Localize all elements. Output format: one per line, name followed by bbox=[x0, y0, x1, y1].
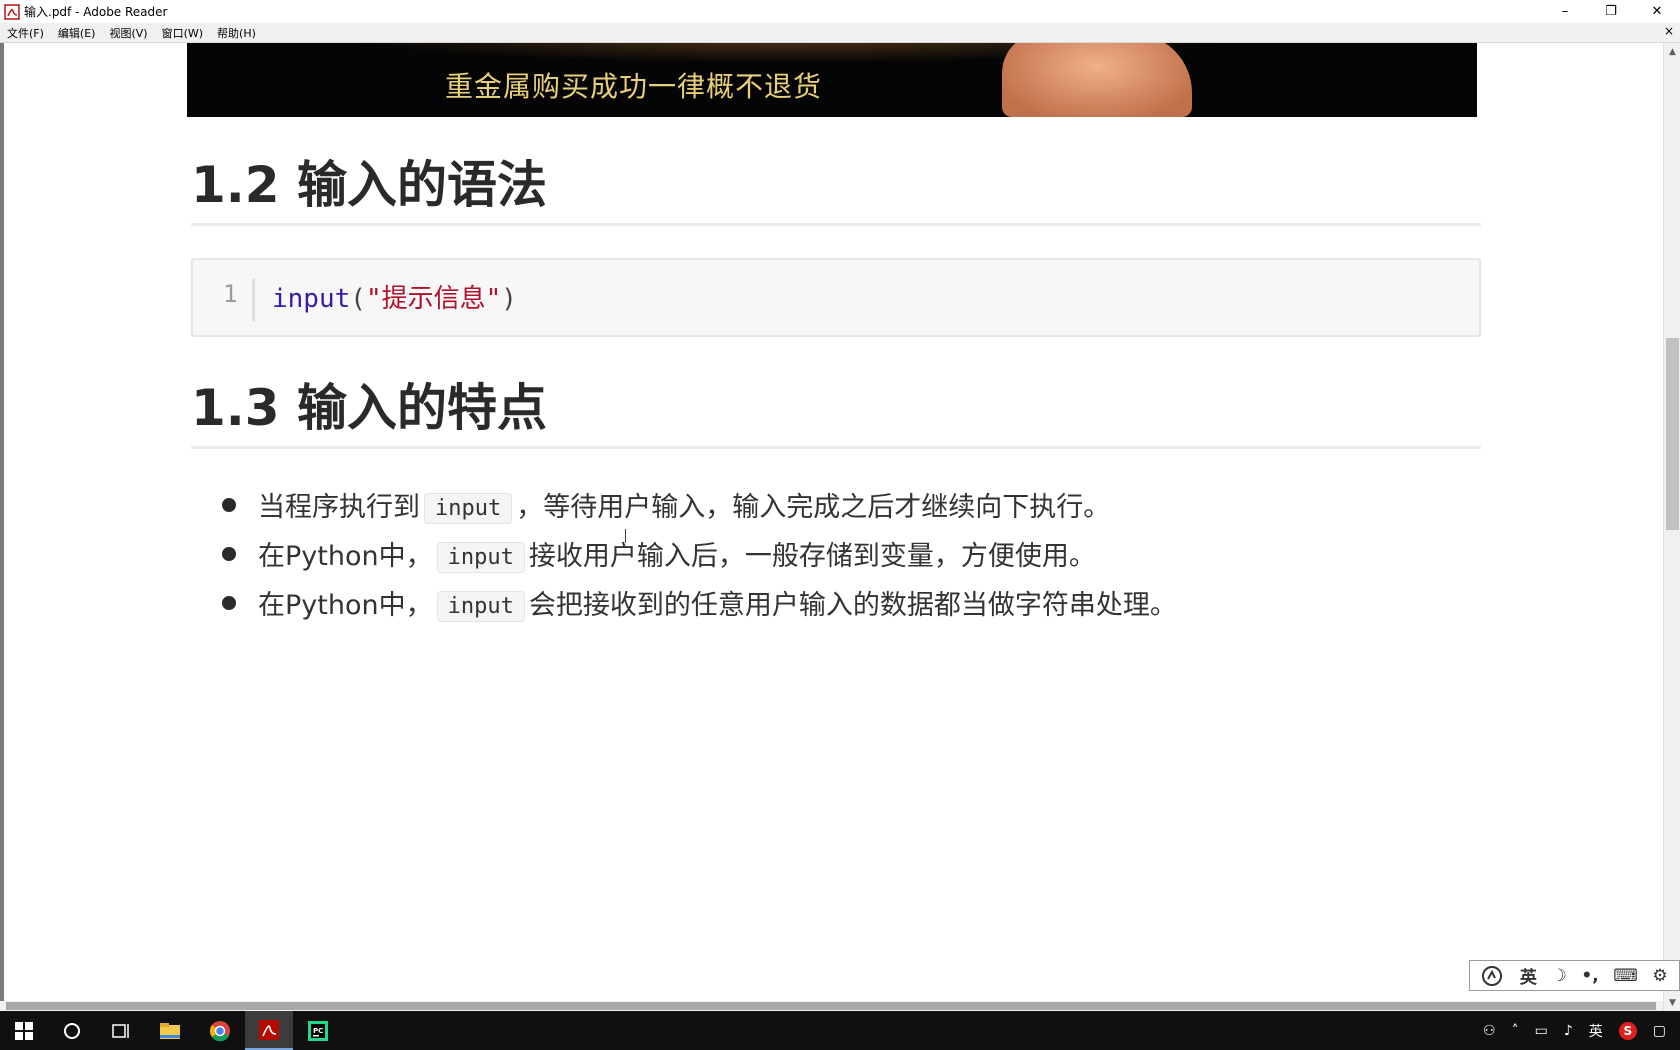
text-segment: 在Python中， bbox=[258, 590, 433, 621]
minimize-button[interactable]: – bbox=[1542, 0, 1588, 23]
network-icon[interactable]: ▭ bbox=[1535, 1023, 1548, 1039]
heading-rule bbox=[191, 223, 1481, 226]
menu-edit[interactable]: 编辑(E) bbox=[51, 25, 103, 41]
menu-file[interactable]: 文件(F) bbox=[0, 25, 51, 41]
bullet-icon bbox=[222, 596, 236, 610]
task-view-icon[interactable] bbox=[96, 1011, 144, 1050]
restore-button[interactable]: ❐ bbox=[1588, 0, 1634, 23]
line-number: 1 bbox=[223, 280, 238, 308]
code-line: input("提示信息") bbox=[272, 278, 517, 315]
banner-image: 重金属购买成功一律概不退货 bbox=[187, 43, 1477, 117]
document-close-button[interactable]: × bbox=[1664, 24, 1674, 38]
windows-start-icon[interactable] bbox=[0, 1011, 48, 1050]
bullet-icon bbox=[222, 547, 236, 561]
taskbar: PC ⚇ ˄ ▭ ♪ 英 S ▢ bbox=[0, 1011, 1680, 1050]
pycharm-icon[interactable]: PC bbox=[294, 1011, 342, 1050]
chevron-up-icon[interactable]: ˄ bbox=[1512, 1023, 1519, 1039]
menu-help[interactable]: 帮助(H) bbox=[210, 25, 263, 41]
list-item: 在Python中， input 会把接收到的任意用户输入的数据都当做字符串处理。 bbox=[219, 578, 1479, 627]
list-item: 在Python中， input 接收用户输入后，一般存储到变量，方便使用。 bbox=[219, 529, 1479, 578]
title-bar: 输入.pdf - Adobe Reader – ❐ ✕ bbox=[0, 0, 1680, 23]
system-tray: ⚇ ˄ ▭ ♪ 英 S ▢ bbox=[1475, 1011, 1680, 1050]
text-segment: 当程序执行到 bbox=[258, 492, 420, 523]
file-explorer-icon[interactable] bbox=[146, 1011, 194, 1050]
banner-hand-image bbox=[1002, 43, 1192, 117]
close-button[interactable]: ✕ bbox=[1634, 0, 1680, 23]
keyboard-icon[interactable]: ⌨ bbox=[1613, 966, 1638, 986]
menu-window[interactable]: 窗口(W) bbox=[155, 25, 210, 41]
notification-icon[interactable]: ▢ bbox=[1653, 1023, 1666, 1039]
text-segment: 在Python中， bbox=[258, 541, 433, 572]
list-item: 当程序执行到 input ，等待用户输入，输入完成之后才继续向下执行。 bbox=[219, 480, 1479, 529]
inline-code: input bbox=[436, 591, 525, 622]
text-segment: 接收用户输入后，一般存储到变量，方便使用。 bbox=[528, 541, 1096, 572]
menu-view[interactable]: 视图(V) bbox=[102, 25, 154, 41]
sogou-icon[interactable]: S bbox=[1618, 1021, 1637, 1040]
text-segment: 会把接收到的任意用户输入的数据都当做字符串处理。 bbox=[528, 590, 1177, 621]
code-string: "提示信息" bbox=[365, 284, 502, 314]
people-icon[interactable]: ⚇ bbox=[1483, 1023, 1496, 1039]
moon-icon[interactable]: ☽ bbox=[1551, 966, 1566, 986]
ime-toolbar: 英 ☽ •, ⌨ ⚙ bbox=[1469, 960, 1680, 991]
list-item-text: 在Python中， input 会把接收到的任意用户输入的数据都当做字符串处理。 bbox=[258, 583, 1177, 622]
adobe-reader-taskbar-icon[interactable] bbox=[245, 1011, 293, 1050]
code-function: input bbox=[272, 284, 351, 314]
window-controls: – ❐ ✕ bbox=[1542, 0, 1680, 23]
document-view[interactable]: 重金属购买成功一律概不退货 1.2 输入的语法 1 input("提示信息") … bbox=[0, 43, 1663, 1001]
adobe-reader-icon bbox=[4, 3, 20, 20]
window-title: 输入.pdf - Adobe Reader bbox=[24, 5, 168, 19]
list-item-text: 当程序执行到 input ，等待用户输入，输入完成之后才继续向下执行。 bbox=[258, 485, 1110, 524]
tray-language[interactable]: 英 bbox=[1589, 1021, 1603, 1041]
gear-icon[interactable]: ⚙ bbox=[1652, 966, 1667, 986]
scroll-up-icon[interactable]: ▲ bbox=[1664, 43, 1680, 60]
hscrollbar-thumb[interactable] bbox=[6, 1002, 1656, 1010]
heading-syntax: 1.2 输入的语法 bbox=[191, 156, 547, 214]
horizontal-scrollbar[interactable] bbox=[0, 1001, 1663, 1011]
gutter-separator bbox=[252, 279, 255, 321]
list-item-text: 在Python中， input 接收用户输入后，一般存储到变量，方便使用。 bbox=[258, 534, 1096, 573]
heading-rule bbox=[191, 446, 1481, 449]
search-icon[interactable] bbox=[48, 1011, 96, 1050]
feature-list: 当程序执行到 input ，等待用户输入，输入完成之后才继续向下执行。 在Pytho… bbox=[219, 480, 1479, 627]
vertical-scrollbar[interactable]: ▲ ▼ bbox=[1663, 43, 1680, 1011]
text-cursor-icon bbox=[625, 529, 633, 543]
svg-text:PC: PC bbox=[313, 1027, 323, 1035]
scrollbar-thumb[interactable] bbox=[1666, 338, 1679, 530]
inline-code: input bbox=[424, 493, 513, 524]
chrome-icon[interactable] bbox=[196, 1011, 244, 1050]
code-block: 1 input("提示信息") bbox=[191, 258, 1481, 337]
volume-icon[interactable]: ♪ bbox=[1564, 1023, 1573, 1039]
ime-language-toggle[interactable]: 英 bbox=[1520, 963, 1537, 988]
menu-bar: 文件(F) 编辑(E) 视图(V) 窗口(W) 帮助(H) bbox=[0, 23, 1680, 43]
text-segment: ，等待用户输入，输入完成之后才继续向下执行。 bbox=[516, 492, 1111, 523]
inline-code: input bbox=[436, 542, 525, 573]
code-gutter: 1 bbox=[193, 260, 256, 335]
ime-logo-icon[interactable] bbox=[1481, 965, 1505, 987]
banner-caption: 重金属购买成功一律概不退货 bbox=[445, 70, 823, 103]
code-paren-open: ( bbox=[350, 284, 366, 314]
scroll-down-icon[interactable]: ▼ bbox=[1664, 994, 1680, 1011]
heading-features: 1.3 输入的特点 bbox=[191, 379, 547, 437]
code-paren-close: ) bbox=[501, 284, 517, 314]
punctuation-icon[interactable]: •, bbox=[1581, 966, 1598, 986]
bullet-icon bbox=[222, 498, 236, 512]
